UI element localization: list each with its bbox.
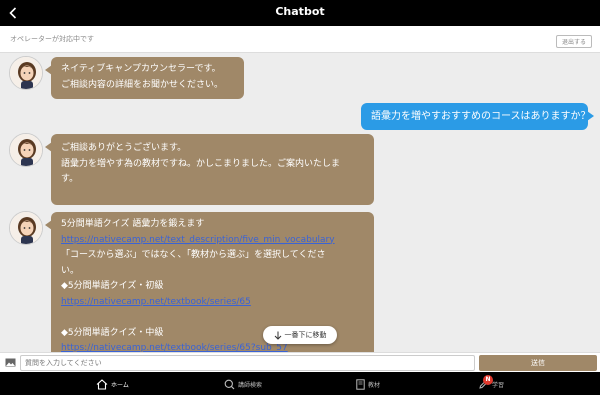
image-icon: [5, 358, 15, 367]
arrow-down-icon: [274, 331, 281, 340]
chat-area[interactable]: ネイティブキャンプカウンセラーです。 ご相談内容の詳細をお聞かせください。 語彙…: [0, 53, 600, 352]
send-button[interactable]: 送信: [479, 355, 597, 371]
book-icon: [356, 378, 365, 390]
bot-message: ネイティブキャンプカウンセラーです。 ご相談内容の詳細をお聞かせください。: [45, 57, 244, 99]
nav-label: 学習: [492, 381, 505, 389]
operator-status-bar: オペレーターが対応中です 退出する: [0, 26, 600, 53]
nav-label: ホーム: [111, 381, 129, 389]
beginner-series-link[interactable]: https://nativecamp.net/textbook/series/6…: [61, 295, 364, 311]
chatbot-app: Chatbot オペレーターが対応中です 退出する ネイティブキャンプカウンセラ…: [0, 0, 600, 395]
message-line: い。: [61, 265, 80, 276]
home-icon: [96, 378, 108, 390]
page-title: Chatbot: [275, 5, 325, 18]
message-line: ◆5分間単語クイズ・初級: [61, 281, 164, 291]
scroll-to-bottom-label: 一番下に移動: [284, 331, 327, 339]
image-upload-button[interactable]: [4, 357, 16, 368]
nav-item-study[interactable]: N 学習: [478, 374, 505, 392]
nav-item-materials[interactable]: 教材: [356, 376, 380, 392]
nav-item-home[interactable]: ホーム: [96, 376, 129, 392]
bot-message: ご相談ありがとうございます。 語彙力を増やす為の教材ですね。かしこまりました。ご…: [45, 134, 374, 205]
operator-status-text: オペレーターが対応中です: [10, 35, 94, 43]
nav-label: 講師検索: [238, 381, 263, 389]
search-icon: [224, 379, 235, 389]
notification-badge: N: [483, 374, 493, 385]
header-bar: Chatbot: [0, 0, 600, 26]
nav-item-teacher-search[interactable]: 講師検索: [224, 376, 262, 392]
message-line: ご相談ありがとうございます。: [61, 143, 187, 153]
bottom-navigation: ホーム 講師検索 教材 N 学習: [0, 372, 600, 395]
message-line: ネイティブキャンプカウンセラーです。: [61, 64, 221, 74]
counselor-avatar-icon: [10, 57, 42, 89]
scroll-to-bottom-button[interactable]: 一番下に移動: [263, 326, 337, 344]
message-line: 5分間単語クイズ 語彙力を鍛えます: [61, 219, 205, 229]
study-icon-wrap: N: [478, 374, 493, 390]
message-line: す。: [61, 174, 79, 184]
exit-button[interactable]: 退出する: [556, 35, 592, 48]
message-text: 語彙力を増やすおすすめのコースはありますか？: [371, 111, 591, 122]
nav-label: 教材: [368, 381, 381, 389]
counselor-avatar-icon: [10, 134, 42, 166]
counselor-avatar: [9, 133, 43, 167]
message-line: ご相談内容の詳細をお聞かせください。: [61, 79, 224, 90]
user-message: 語彙力を増やすおすすめのコースはありますか？: [361, 103, 594, 130]
message-line: 「コースから選ぶ」ではなく、「教材から選ぶ」を選択してくださ: [61, 250, 326, 260]
counselor-avatar: [9, 56, 43, 90]
question-input[interactable]: [20, 355, 475, 371]
counselor-avatar-icon: [10, 212, 42, 244]
message-line: 語彙力を増やす為の教材ですね。かしこまりました。ご案内いたしま: [61, 158, 341, 169]
message-input-bar: 送信: [0, 352, 600, 372]
vocabulary-course-link[interactable]: https://nativecamp.net/text_description/…: [61, 233, 364, 249]
counselor-avatar: [9, 211, 43, 245]
